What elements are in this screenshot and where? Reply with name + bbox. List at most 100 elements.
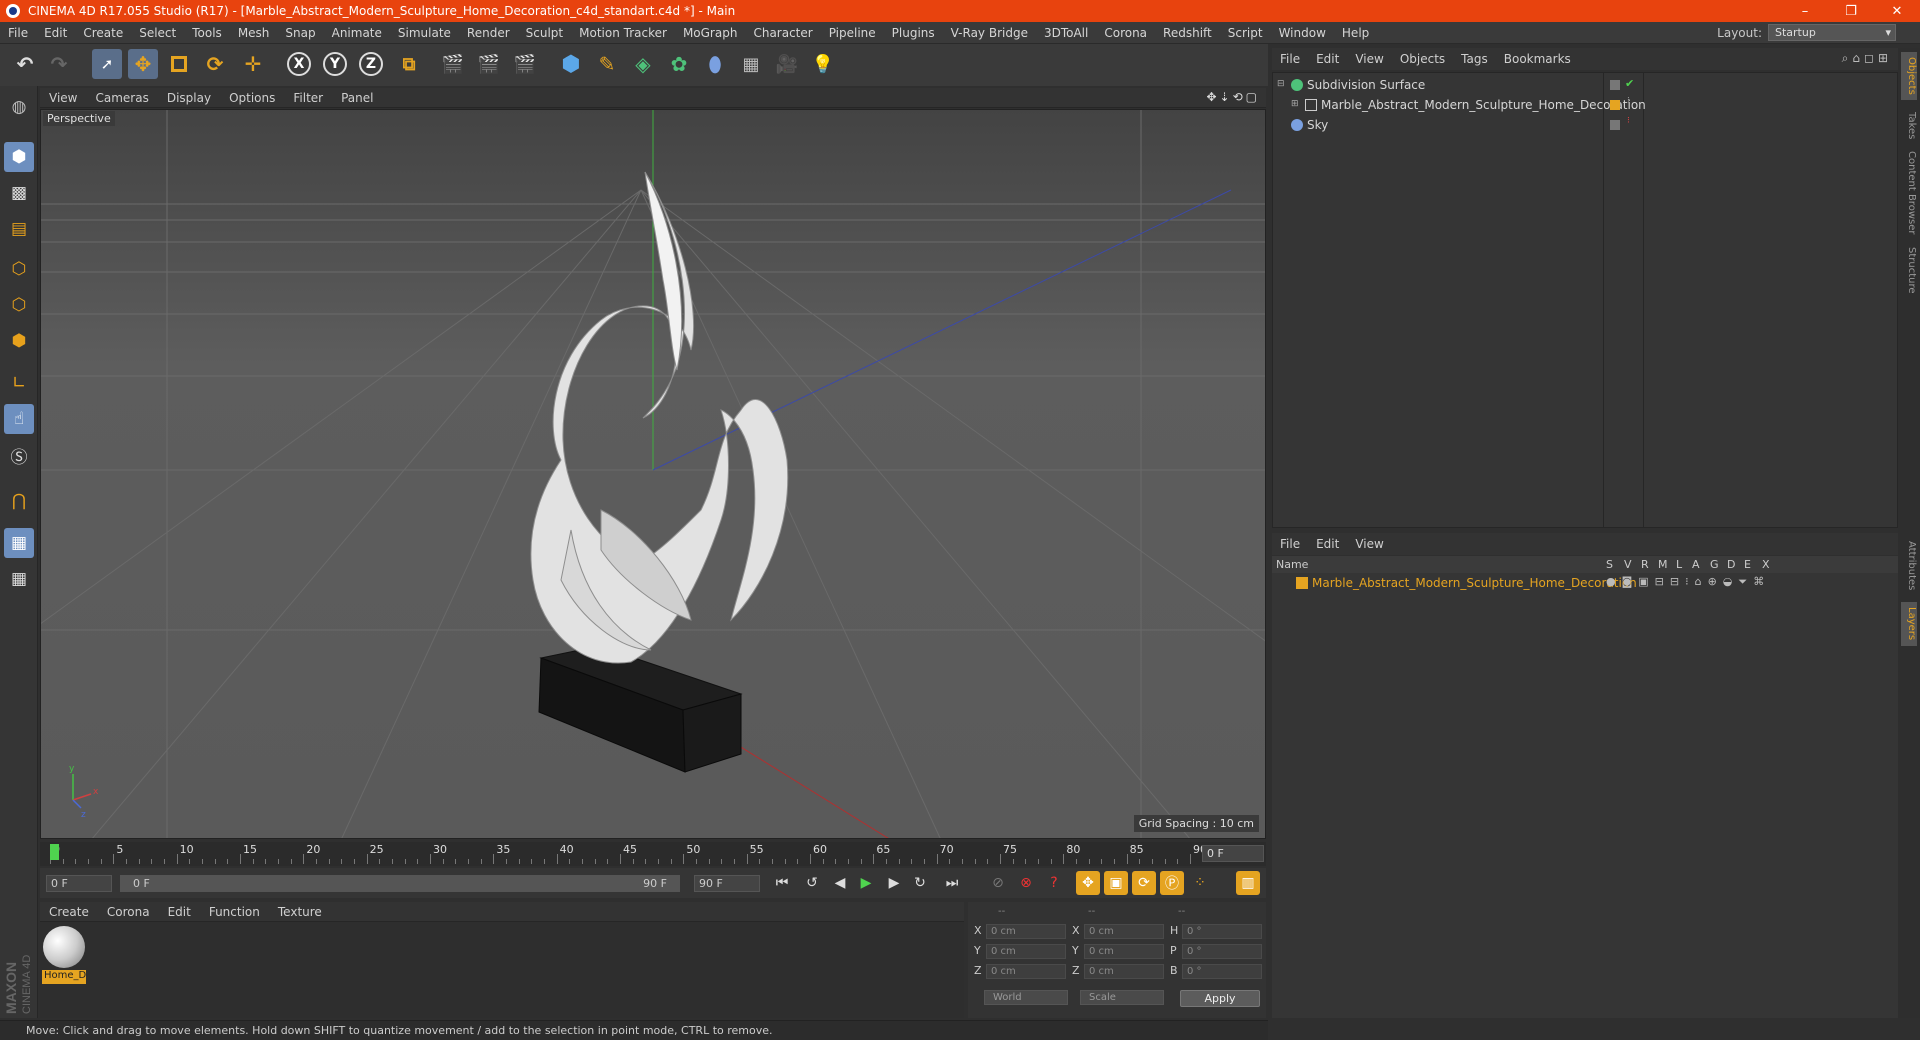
menu-create[interactable]: Create bbox=[75, 26, 131, 40]
next-frame-icon[interactable]: ▶ bbox=[882, 871, 906, 895]
magnet-icon[interactable]: ⋂ bbox=[4, 486, 34, 516]
tab-structure[interactable]: Structure bbox=[1901, 242, 1917, 298]
record-keyframe-icon[interactable]: ⊘ bbox=[986, 871, 1010, 895]
expand-icon[interactable]: ⊞ bbox=[1291, 99, 1299, 109]
texture-mode-icon[interactable]: ▩ bbox=[4, 178, 34, 208]
menu-file[interactable]: File bbox=[0, 26, 36, 40]
material-name[interactable]: Home_D bbox=[42, 970, 86, 984]
enabled-check-icon[interactable]: ✔ bbox=[1625, 77, 1634, 90]
material-menu-function[interactable]: Function bbox=[200, 905, 269, 919]
close-button[interactable]: ✕ bbox=[1874, 0, 1920, 22]
make-editable-icon[interactable]: ◍ bbox=[4, 92, 34, 122]
deformer-icon[interactable]: ⬮ bbox=[700, 49, 730, 79]
tab-layers[interactable]: Layers bbox=[1901, 602, 1917, 646]
rot-p-field[interactable]: 0 ° bbox=[1182, 944, 1262, 959]
rotate-tool-icon[interactable]: ⟳ bbox=[200, 49, 230, 79]
layer-row[interactable]: Marble_Abstract_Modern_Sculpture_Home_De… bbox=[1272, 573, 1896, 593]
menu-simulate[interactable]: Simulate bbox=[390, 26, 459, 40]
layout-select[interactable]: Startup bbox=[1768, 24, 1896, 41]
size-x-field[interactable]: 0 cm bbox=[1084, 924, 1164, 939]
key-position-icon[interactable]: ✥ bbox=[1076, 871, 1100, 895]
menu-script[interactable]: Script bbox=[1220, 26, 1271, 40]
om-menu-objects[interactable]: Objects bbox=[1392, 52, 1453, 66]
next-key-icon[interactable]: ↻ bbox=[908, 871, 932, 895]
material-preview[interactable] bbox=[43, 926, 85, 968]
viewport-menu-view[interactable]: View bbox=[40, 91, 86, 105]
floor-icon[interactable]: ▦ bbox=[736, 49, 766, 79]
menu-select[interactable]: Select bbox=[131, 26, 184, 40]
om-menu-edit[interactable]: Edit bbox=[1308, 52, 1347, 66]
material-menu-edit[interactable]: Edit bbox=[159, 905, 200, 919]
end-frame-field[interactable]: 90 F bbox=[694, 875, 760, 892]
menu-sculpt[interactable]: Sculpt bbox=[518, 26, 571, 40]
tab-objects[interactable]: Objects bbox=[1901, 52, 1917, 100]
frame-range-slider[interactable]: 0 F 90 F bbox=[120, 875, 680, 892]
x-axis-lock-button[interactable]: X bbox=[284, 49, 314, 79]
key-point-level-icon[interactable]: ⁘ bbox=[1188, 871, 1212, 895]
viewport-menu-filter[interactable]: Filter bbox=[284, 91, 332, 105]
axis-mode-icon[interactable]: ∟ bbox=[4, 368, 34, 398]
viewport-menu-options[interactable]: Options bbox=[220, 91, 284, 105]
lm-menu-edit[interactable]: Edit bbox=[1308, 537, 1347, 551]
menu-edit[interactable]: Edit bbox=[36, 26, 75, 40]
lm-menu-file[interactable]: File bbox=[1272, 537, 1308, 551]
array-icon[interactable]: ✿ bbox=[664, 49, 694, 79]
previous-key-icon[interactable]: ↺ bbox=[800, 871, 824, 895]
viewport-menu-display[interactable]: Display bbox=[158, 91, 220, 105]
visibility-dots-icon[interactable]: ⁝ bbox=[1627, 116, 1630, 126]
material-menu-create[interactable]: Create bbox=[40, 905, 98, 919]
tab-content-browser[interactable]: Content Browser bbox=[1901, 148, 1917, 238]
lock-workplane-icon[interactable]: ▦ bbox=[4, 528, 34, 558]
menu-vray-bridge[interactable]: V-Ray Bridge bbox=[943, 26, 1036, 40]
object-row-sculpture[interactable]: ⊞ Marble_Abstract_Modern_Sculpture_Home_… bbox=[1273, 95, 1897, 115]
layer-flag-icon[interactable] bbox=[1610, 120, 1620, 130]
timeline-ruler[interactable]: 051015202530354045505560657075808590 0 F bbox=[40, 842, 1266, 866]
rot-b-field[interactable]: 0 ° bbox=[1182, 964, 1262, 979]
layer-color-icon[interactable] bbox=[1296, 577, 1308, 589]
viewport-menu-cameras[interactable]: Cameras bbox=[86, 91, 157, 105]
cube-primitive-icon[interactable]: ⬢ bbox=[556, 49, 586, 79]
menu-snap[interactable]: Snap bbox=[277, 26, 323, 40]
go-to-start-icon[interactable]: ⏮ bbox=[770, 871, 794, 895]
render-region-icon[interactable]: 🎬 bbox=[474, 49, 504, 79]
minimize-button[interactable]: – bbox=[1782, 0, 1828, 22]
auto-keying-icon[interactable]: ⊗ bbox=[1014, 871, 1038, 895]
spline-pen-icon[interactable]: ✎ bbox=[592, 49, 622, 79]
menu-pipeline[interactable]: Pipeline bbox=[821, 26, 884, 40]
menu-render[interactable]: Render bbox=[459, 26, 518, 40]
current-frame-field[interactable]: 0 F bbox=[1202, 845, 1264, 862]
light-icon[interactable]: 💡 bbox=[808, 49, 838, 79]
start-frame-field[interactable]: 0 F bbox=[46, 875, 112, 892]
viewport-navigation-icon[interactable]: ✥⇣⟲▢ bbox=[1206, 90, 1260, 104]
size-z-field[interactable]: 0 cm bbox=[1084, 964, 1164, 979]
key-parameter-icon[interactable]: Ⓟ bbox=[1160, 871, 1184, 895]
menu-motion-tracker[interactable]: Motion Tracker bbox=[571, 26, 675, 40]
rot-h-field[interactable]: 0 ° bbox=[1182, 924, 1262, 939]
workplane-icon[interactable]: ▤ bbox=[4, 214, 34, 244]
om-menu-view[interactable]: View bbox=[1347, 52, 1391, 66]
scale-tool-icon[interactable] bbox=[164, 49, 194, 79]
frame-ruler[interactable]: 051015202530354045505560657075808590 bbox=[50, 842, 1207, 866]
play-icon[interactable]: ▶ bbox=[854, 871, 878, 895]
key-rotation-icon[interactable]: ⟳ bbox=[1132, 871, 1156, 895]
tab-attributes[interactable]: Attributes bbox=[1901, 534, 1917, 598]
object-row-subdivision[interactable]: ⊟ Subdivision Surface ✔ bbox=[1273, 75, 1897, 95]
pos-y-field[interactable]: 0 cm bbox=[986, 944, 1066, 959]
menu-tools[interactable]: Tools bbox=[184, 26, 230, 40]
go-to-end-icon[interactable]: ⏭ bbox=[940, 871, 964, 895]
size-mode-select[interactable]: Scale bbox=[1080, 990, 1164, 1005]
menu-plugins[interactable]: Plugins bbox=[884, 26, 943, 40]
key-scale-icon[interactable]: ▣ bbox=[1104, 871, 1128, 895]
edges-mode-icon[interactable]: ⬡ bbox=[4, 290, 34, 320]
pos-x-field[interactable]: 0 cm bbox=[986, 924, 1066, 939]
render-view-icon[interactable]: 🎬 bbox=[438, 49, 468, 79]
menu-window[interactable]: Window bbox=[1271, 26, 1334, 40]
viewport-camera-label[interactable]: Perspective bbox=[43, 111, 115, 126]
collapse-icon[interactable]: ⊟ bbox=[1277, 79, 1285, 89]
camera-icon[interactable]: 🎥 bbox=[772, 49, 802, 79]
menu-animate[interactable]: Animate bbox=[324, 26, 390, 40]
coordinate-system-icon[interactable]: ⧉ bbox=[394, 49, 424, 79]
perspective-viewport[interactable]: y z x Perspective Grid Spacing : 10 cm bbox=[40, 109, 1266, 839]
live-select-icon[interactable]: ✛ bbox=[238, 49, 268, 79]
model-mode-icon[interactable]: ⬢ bbox=[4, 142, 34, 172]
